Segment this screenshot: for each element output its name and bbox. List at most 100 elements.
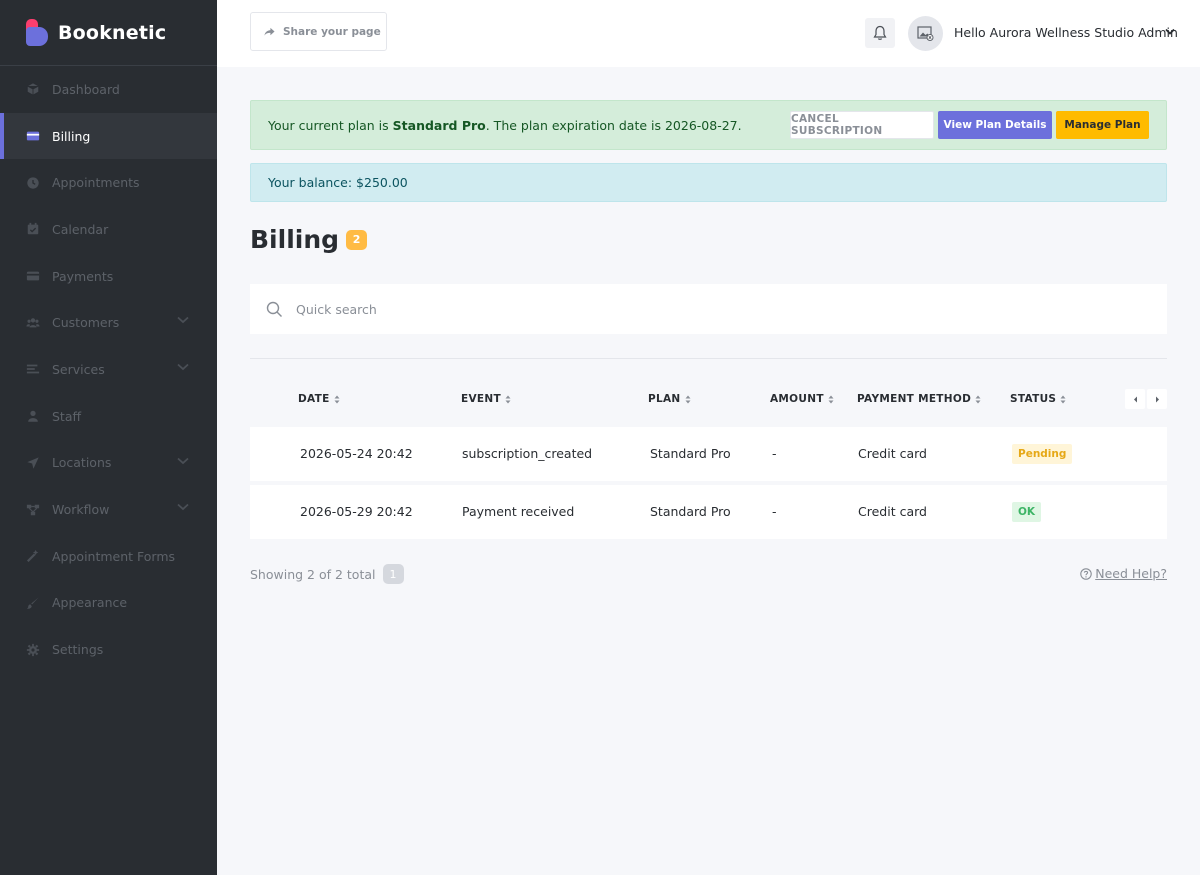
cell-payment-method: Credit card xyxy=(858,504,927,519)
chevron-down-icon xyxy=(177,504,189,511)
avatar[interactable] xyxy=(908,16,943,51)
brand-logo[interactable]: Booknetic xyxy=(0,0,217,66)
sidebar-item-billing[interactable]: Billing xyxy=(0,112,217,160)
scroll-right-button[interactable] xyxy=(1147,389,1167,409)
question-circle-icon xyxy=(1080,567,1092,580)
table-row[interactable]: 2026-05-29 20:42 Payment received Standa… xyxy=(250,485,1167,539)
need-help-label: Need Help? xyxy=(1095,566,1167,581)
sidebar-item-label: Appointment Forms xyxy=(52,548,176,564)
page-number-button[interactable]: 1 xyxy=(382,564,404,584)
sort-icon xyxy=(1060,395,1066,403)
table-header: DATE EVENT PLAN AMOUNT PAYMENT METHOD ST… xyxy=(250,385,1167,415)
brand-name: Booknetic xyxy=(58,21,167,44)
share-page-label: Share your page xyxy=(283,25,381,38)
bell-icon xyxy=(873,25,887,40)
table-scroll-arrows xyxy=(1125,389,1167,409)
sidebar-item-label: Locations xyxy=(52,455,112,471)
sidebar-item-appearance[interactable]: Appearance xyxy=(0,580,217,627)
search-icon xyxy=(266,301,282,317)
sidebar-item-payments[interactable]: Payments xyxy=(0,253,217,300)
divider xyxy=(250,358,1167,359)
view-plan-details-button[interactable]: View Plan Details xyxy=(938,111,1052,139)
sidebar-item-appointment-forms[interactable]: Appointment Forms xyxy=(0,533,217,580)
status-badge: OK xyxy=(1012,502,1042,522)
sidebar-item-customers[interactable]: Customers xyxy=(0,299,217,346)
search-box xyxy=(250,284,1167,334)
sidebar-item-calendar[interactable]: Calendar xyxy=(0,206,217,253)
cell-amount: - xyxy=(772,446,777,461)
sidebar-item-locations[interactable]: Locations xyxy=(0,440,217,487)
sort-icon xyxy=(685,395,690,403)
magic-wand-icon xyxy=(25,549,40,563)
page-title-text: Billing xyxy=(250,225,340,254)
chevron-down-icon[interactable] xyxy=(1165,28,1175,35)
cell-date: 2026-05-24 20:42 xyxy=(300,446,413,461)
cube-icon xyxy=(25,82,40,96)
search-input[interactable] xyxy=(296,301,1096,317)
plan-alert: Your current plan is Standard Pro. The p… xyxy=(250,100,1167,150)
sidebar-item-workflow[interactable]: Workflow xyxy=(0,486,217,533)
sidebar-item-label: Payments xyxy=(52,268,114,284)
sort-icon xyxy=(505,395,511,403)
cancel-subscription-button[interactable]: CANCEL SUBSCRIPTION xyxy=(790,111,934,139)
sidebar-item-services[interactable]: Services xyxy=(0,346,217,393)
cell-amount: - xyxy=(772,504,777,519)
cell-date: 2026-05-29 20:42 xyxy=(300,504,413,519)
calendar-icon xyxy=(25,222,40,236)
notifications-button[interactable] xyxy=(865,18,895,48)
count-badge: 2 xyxy=(346,229,368,250)
sidebar-item-staff[interactable]: Staff xyxy=(0,393,217,440)
sort-icon xyxy=(975,395,981,403)
column-header-event[interactable]: EVENT xyxy=(461,393,511,405)
column-header-amount[interactable]: AMOUNT xyxy=(770,393,834,405)
clock-icon xyxy=(25,176,40,190)
sidebar-item-label: Dashboard xyxy=(52,81,120,97)
scroll-left-button[interactable] xyxy=(1125,389,1145,409)
need-help-link[interactable]: Need Help? xyxy=(1080,566,1167,581)
column-header-date[interactable]: DATE xyxy=(298,393,340,405)
list-icon xyxy=(25,362,40,376)
table-row[interactable]: 2026-05-24 20:42 subscription_created St… xyxy=(250,427,1167,481)
balance-alert: Your balance: $250.00 xyxy=(250,163,1167,202)
cell-event: subscription_created xyxy=(462,446,593,461)
credit-card-icon xyxy=(25,129,40,143)
page-title: Billing 2 xyxy=(250,225,368,254)
sidebar-item-dashboard[interactable]: Dashboard xyxy=(0,66,217,113)
column-header-payment-method[interactable]: PAYMENT METHOD xyxy=(857,393,981,405)
users-icon xyxy=(25,316,40,330)
sidebar-item-label: Calendar xyxy=(52,221,109,237)
chevron-right-icon xyxy=(1155,396,1159,402)
top-header: Share your page Hello Aurora Wellness St… xyxy=(217,0,1200,67)
payment-icon xyxy=(25,269,40,283)
sidebar-item-label: Appearance xyxy=(52,595,128,611)
chevron-down-icon xyxy=(177,317,189,324)
sort-icon xyxy=(334,395,340,403)
user-greeting[interactable]: Hello Aurora Wellness Studio Admin xyxy=(954,25,1178,40)
cell-payment-method: Credit card xyxy=(858,446,927,461)
share-icon xyxy=(264,27,275,36)
chevron-down-icon xyxy=(177,363,189,371)
image-placeholder-icon xyxy=(917,26,934,41)
location-arrow-icon xyxy=(25,456,40,470)
gear-icon xyxy=(25,643,40,657)
column-header-status[interactable]: STATUS xyxy=(1010,393,1066,405)
column-header-plan[interactable]: PLAN xyxy=(648,393,691,405)
sidebar-item-settings[interactable]: Settings xyxy=(0,626,217,673)
booknetic-logo-icon xyxy=(26,18,48,47)
balance-text: Your balance: $250.00 xyxy=(268,175,408,190)
user-icon xyxy=(25,409,40,423)
chevron-down-icon xyxy=(177,457,189,464)
showing-text: Showing 2 of 2 total xyxy=(250,566,376,582)
sidebar: Booknetic Dashboard Billing Appointments… xyxy=(0,0,217,875)
pagination-info: Showing 2 of 2 total 1 xyxy=(250,564,404,584)
cell-event: Payment received xyxy=(462,504,575,519)
share-page-button[interactable]: Share your page xyxy=(250,12,387,51)
sidebar-item-label: Billing xyxy=(52,128,91,144)
cell-plan: Standard Pro xyxy=(650,504,731,519)
sidebar-item-label: Services xyxy=(52,361,105,377)
manage-plan-button[interactable]: Manage Plan xyxy=(1056,111,1149,139)
sidebar-item-label: Appointments xyxy=(52,175,140,191)
sidebar-item-appointments[interactable]: Appointments xyxy=(0,159,217,206)
cell-plan: Standard Pro xyxy=(650,446,731,461)
sidebar-item-label: Customers xyxy=(52,315,120,331)
